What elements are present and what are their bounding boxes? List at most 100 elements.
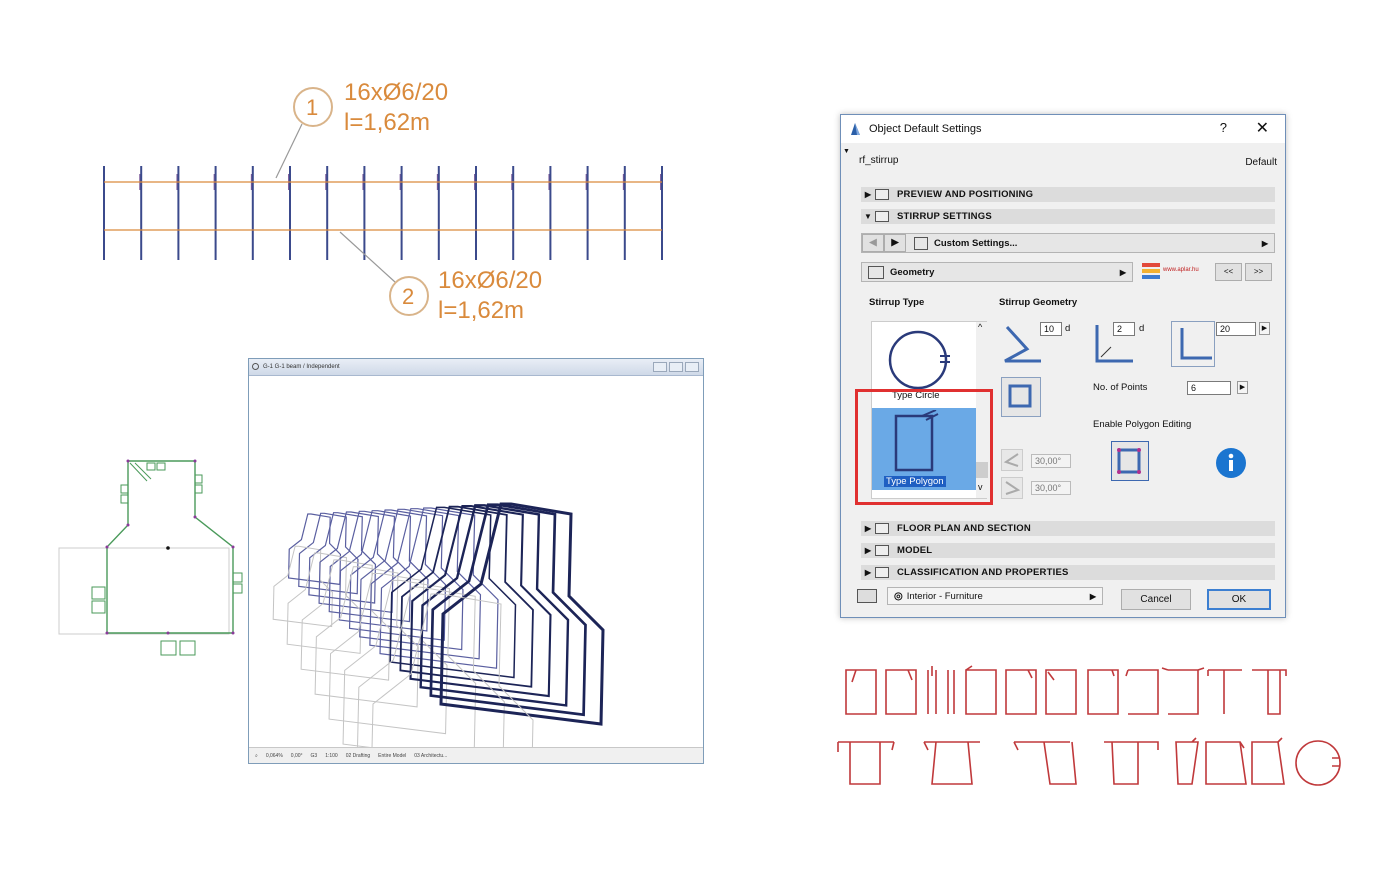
section-preview-label: PREVIEW AND POSITIONING bbox=[897, 189, 1034, 200]
stirrup-3d-ghost bbox=[371, 593, 534, 748]
callout-1-label: 16xØ6/20 bbox=[344, 79, 448, 106]
default-label: Default bbox=[1245, 157, 1277, 168]
expand-arrow-icon: ▶ bbox=[864, 524, 872, 533]
model-icon bbox=[875, 545, 889, 556]
hook-length-thumb bbox=[1001, 321, 1045, 367]
status-scale[interactable]: 1:100 bbox=[325, 753, 338, 759]
collapse-arrow-icon: ▼ bbox=[863, 212, 873, 221]
eye-icon: ◎ bbox=[894, 590, 903, 602]
bend-field[interactable]: 2 bbox=[1113, 322, 1135, 336]
cover-field[interactable]: 20 bbox=[1216, 322, 1256, 336]
dialog-title: Object Default Settings bbox=[869, 123, 982, 135]
section-classification-label: CLASSIFICATION AND PROPERTIES bbox=[897, 567, 1069, 578]
layer-icon bbox=[857, 589, 877, 603]
hook-unit-label-1: d bbox=[1065, 323, 1071, 334]
callout-1-number: 1 bbox=[306, 95, 318, 120]
object-default-settings-dialog: Object Default Settings ? ✕ ▼ rf_stirrup… bbox=[840, 114, 1286, 618]
enable-polygon-label: Enable Polygon Editing bbox=[1093, 419, 1192, 430]
status-structure[interactable]: 02 Drafting bbox=[346, 753, 370, 759]
dropdown-arrow-icon: ▶ bbox=[1089, 591, 1096, 601]
hook-angle-icon bbox=[1004, 325, 1041, 363]
section-floor-plan[interactable]: ▶ FLOOR PLAN AND SECTION bbox=[861, 521, 1275, 536]
angle-2-thumb bbox=[1001, 477, 1023, 499]
cover-arrow-button[interactable]: ▶ bbox=[1259, 322, 1270, 335]
stirrup-shape-library bbox=[837, 665, 1341, 786]
layer-value: Interior - Furniture bbox=[906, 590, 983, 602]
ok-button[interactable]: OK bbox=[1207, 589, 1271, 610]
collapse-triangle-icon[interactable]: ▼ bbox=[843, 148, 850, 155]
dialog-titlebar[interactable]: Object Default Settings ? ✕ bbox=[841, 115, 1285, 143]
stirrup-section-drawing bbox=[58, 459, 243, 656]
stirrup-type-label: Stirrup Type bbox=[869, 297, 925, 308]
layer-dropdown[interactable]: ◎ Interior - Furniture ▶ bbox=[887, 587, 1103, 605]
stirrup-3d bbox=[328, 510, 412, 623]
next-page-button[interactable]: ▶ bbox=[884, 234, 906, 252]
section-stirrup-label: STIRRUP SETTINGS bbox=[897, 211, 992, 222]
stirrup-geometry-label: Stirrup Geometry bbox=[999, 297, 1078, 308]
concrete-cover-icon bbox=[1180, 328, 1212, 360]
stirrup-3d-ghost bbox=[314, 566, 419, 708]
help-button[interactable]: ? bbox=[1220, 120, 1227, 135]
section-model[interactable]: ▶ MODEL bbox=[861, 543, 1275, 558]
info-icon[interactable] bbox=[1215, 447, 1247, 479]
preview-icon bbox=[875, 189, 889, 200]
angle-icon bbox=[1003, 453, 1019, 467]
status-layer-combo[interactable]: G3 bbox=[311, 753, 318, 759]
section-floor-plan-label: FLOOR PLAN AND SECTION bbox=[897, 523, 1031, 534]
custom-settings-icon bbox=[914, 236, 928, 250]
section-classification[interactable]: ▶ CLASSIFICATION AND PROPERTIES bbox=[861, 565, 1275, 580]
callout-1-length: l=1,62m bbox=[344, 109, 430, 136]
angle-1-field[interactable]: 30,00° bbox=[1031, 454, 1071, 468]
status-pen-set[interactable]: 03 Architectu... bbox=[414, 753, 447, 759]
cover-thumb bbox=[1171, 321, 1215, 367]
3d-view-window[interactable]: G-1 G-1 beam / Independent ⌕ 0,064% 0,00… bbox=[248, 358, 704, 764]
3d-stirrup-array bbox=[272, 502, 605, 748]
polygon-edit-icon bbox=[1117, 448, 1141, 474]
dialog-close-button[interactable]: ✕ bbox=[1256, 118, 1269, 138]
section-stirrup-settings[interactable]: ▼ STIRRUP SETTINGS bbox=[861, 209, 1275, 224]
hook-unit-label-2: d bbox=[1139, 323, 1145, 334]
close-button[interactable] bbox=[685, 362, 699, 372]
view-status-bar: ⌕ 0,064% 0,00° G3 1:100 02 Drafting Enti… bbox=[249, 747, 703, 763]
angle-2-field[interactable]: 30,00° bbox=[1031, 481, 1071, 495]
zoom-icon[interactable]: ⌕ bbox=[255, 753, 258, 759]
geometry-page-icon bbox=[868, 265, 884, 279]
section-model-label: MODEL bbox=[897, 545, 933, 556]
num-points-field[interactable]: 6 bbox=[1187, 381, 1231, 395]
expand-arrow-icon: ▶ bbox=[864, 190, 872, 199]
page-select-dropdown[interactable]: Geometry ▶ bbox=[861, 262, 1133, 282]
object-name: rf_stirrup bbox=[859, 155, 899, 166]
logo-icon bbox=[1142, 263, 1160, 279]
scroll-up-icon[interactable]: ^ bbox=[978, 322, 982, 332]
expand-arrow-icon: ▶ bbox=[864, 546, 872, 555]
archicad-icon bbox=[851, 123, 860, 135]
circle-stirrup-icon bbox=[888, 330, 950, 390]
custom-settings-label[interactable]: Custom Settings... bbox=[934, 238, 1262, 249]
3d-view-titlebar[interactable]: G-1 G-1 beam / Independent bbox=[249, 359, 703, 376]
dropdown-arrow-icon[interactable]: ▶ bbox=[1262, 239, 1268, 248]
num-points-arrow-button[interactable]: ▶ bbox=[1237, 381, 1248, 394]
status-rotation[interactable]: 0,00° bbox=[291, 753, 303, 759]
square-stirrup-icon bbox=[1008, 384, 1032, 408]
cancel-button[interactable]: Cancel bbox=[1121, 589, 1191, 610]
status-zoom[interactable]: 0,064% bbox=[266, 753, 283, 759]
minimize-button[interactable] bbox=[653, 362, 667, 372]
3d-stirrup-model[interactable] bbox=[249, 376, 703, 748]
status-model-view[interactable]: Entire Model bbox=[378, 753, 406, 759]
polygon-editing-button[interactable] bbox=[1111, 441, 1149, 481]
angle-icon bbox=[1005, 481, 1021, 495]
closed-shape-toggle[interactable] bbox=[1001, 377, 1041, 417]
angle-1-thumb bbox=[1001, 449, 1023, 471]
3d-view-title: G-1 G-1 beam / Independent bbox=[263, 364, 340, 370]
section-preview-positioning[interactable]: ▶ PREVIEW AND POSITIONING bbox=[861, 187, 1275, 202]
prev-page-button[interactable]: ◀ bbox=[862, 234, 884, 252]
hook-length-field[interactable]: 10 bbox=[1040, 322, 1062, 336]
vendor-logo: www.aplar.hu bbox=[1141, 261, 1211, 283]
nav-prev-button[interactable]: << bbox=[1215, 263, 1242, 281]
stirrup-3d-ghost bbox=[300, 559, 391, 681]
stirrup-bars bbox=[103, 166, 663, 260]
nav-next-button[interactable]: >> bbox=[1245, 263, 1272, 281]
maximize-button[interactable] bbox=[669, 362, 683, 372]
callout-2-label: 16xØ6/20 bbox=[438, 267, 542, 294]
classification-icon bbox=[875, 567, 889, 578]
